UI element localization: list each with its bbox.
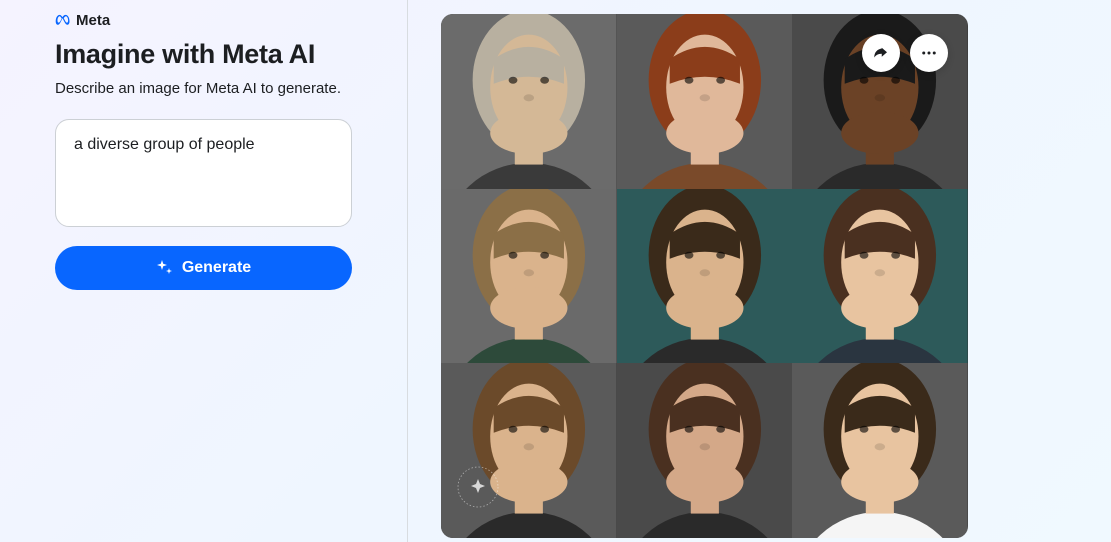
portrait-cell bbox=[441, 363, 617, 538]
portrait-cell bbox=[441, 189, 617, 364]
share-button[interactable] bbox=[862, 34, 900, 72]
portrait-grid bbox=[441, 14, 968, 538]
sidebar: Meta Imagine with Meta AI Describe an im… bbox=[0, 0, 408, 542]
meta-logo-icon bbox=[55, 12, 72, 29]
generate-button-label: Generate bbox=[182, 259, 251, 277]
portrait-cell bbox=[792, 189, 968, 364]
share-icon bbox=[872, 44, 890, 62]
sparkle-icon bbox=[156, 260, 172, 276]
portrait-cell bbox=[617, 14, 793, 189]
prompt-input[interactable] bbox=[55, 119, 352, 227]
brand: Meta bbox=[55, 12, 352, 29]
generate-button[interactable]: Generate bbox=[55, 246, 352, 290]
more-icon bbox=[920, 44, 938, 62]
image-actions bbox=[862, 34, 948, 72]
portrait-cell bbox=[617, 189, 793, 364]
portrait-cell bbox=[617, 363, 793, 538]
more-button[interactable] bbox=[910, 34, 948, 72]
output-panel bbox=[408, 0, 1111, 542]
page-subtitle: Describe an image for Meta AI to generat… bbox=[55, 80, 352, 97]
page-title: Imagine with Meta AI bbox=[55, 39, 352, 70]
ai-watermark-icon bbox=[457, 466, 499, 508]
brand-name: Meta bbox=[76, 12, 110, 29]
portrait-cell bbox=[441, 14, 617, 189]
generated-image bbox=[441, 14, 968, 538]
portrait-cell bbox=[792, 363, 968, 538]
